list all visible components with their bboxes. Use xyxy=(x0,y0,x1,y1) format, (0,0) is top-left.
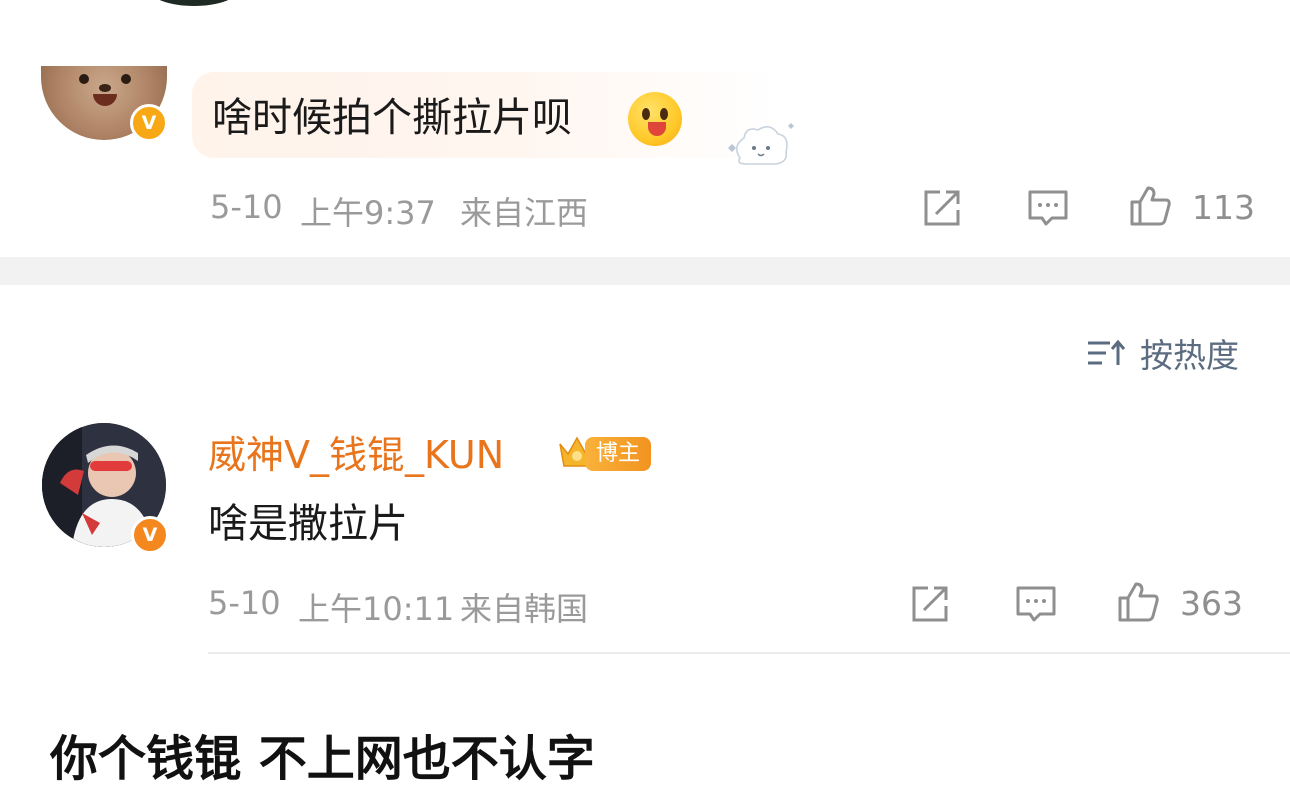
partial-avatar[interactable] xyxy=(148,0,240,6)
comment-1-text: 啥时候拍个撕拉片呗 xyxy=(212,95,572,141)
avatar-nose xyxy=(99,84,111,92)
comment-1-date: 5-10 xyxy=(210,188,283,226)
comment-2-like-count: 363 xyxy=(1180,584,1243,623)
comment-2-time: 上午10:11 xyxy=(298,590,455,628)
section-divider xyxy=(0,257,1290,285)
emoji-eye-left xyxy=(642,108,650,120)
avatar-eye-left xyxy=(79,74,89,84)
comment-divider xyxy=(208,652,1290,654)
like-icon[interactable] xyxy=(1128,184,1172,228)
sort-icon xyxy=(1088,339,1126,365)
bunny-sticker-icon xyxy=(728,123,794,165)
tongue-out-face-emoji-icon xyxy=(628,92,682,146)
share-icon[interactable] xyxy=(920,186,964,230)
weibo-comment-screenshot: V 啥时候拍个撕拉片呗 5-10 上午9:37 来自江西 113 按热度 V 威… xyxy=(0,0,1290,803)
blogger-badge: 博主 xyxy=(585,437,651,471)
comment-1-like-count: 113 xyxy=(1192,188,1255,227)
emoji-eye-right xyxy=(660,108,668,120)
comment-icon[interactable] xyxy=(1026,186,1070,230)
like-icon[interactable] xyxy=(1116,580,1160,624)
verified-badge-icon: V xyxy=(131,516,169,554)
sort-by-hot-button[interactable]: 按热度 xyxy=(1086,333,1239,375)
avatar-mouth xyxy=(93,94,117,106)
emoji-tongue xyxy=(648,122,666,136)
comment-2-date: 5-10 xyxy=(208,584,281,622)
caption-text: 你个钱锟 不上网也不认字 xyxy=(50,731,595,787)
comment-2-text: 啥是撒拉片 xyxy=(208,501,408,547)
comment-1-time: 上午9:37 xyxy=(300,194,436,232)
sort-label: 按热度 xyxy=(1140,336,1239,375)
comment-1-location: 来自江西 xyxy=(460,194,589,232)
comment-icon[interactable] xyxy=(1014,582,1058,626)
avatar-eye-right xyxy=(121,74,131,84)
verified-badge-icon: V xyxy=(130,104,168,142)
share-icon[interactable] xyxy=(908,582,952,626)
comment-2-location: 来自韩国 xyxy=(460,590,589,628)
comment-2-username[interactable]: 威神V_钱锟_KUN xyxy=(208,430,504,480)
